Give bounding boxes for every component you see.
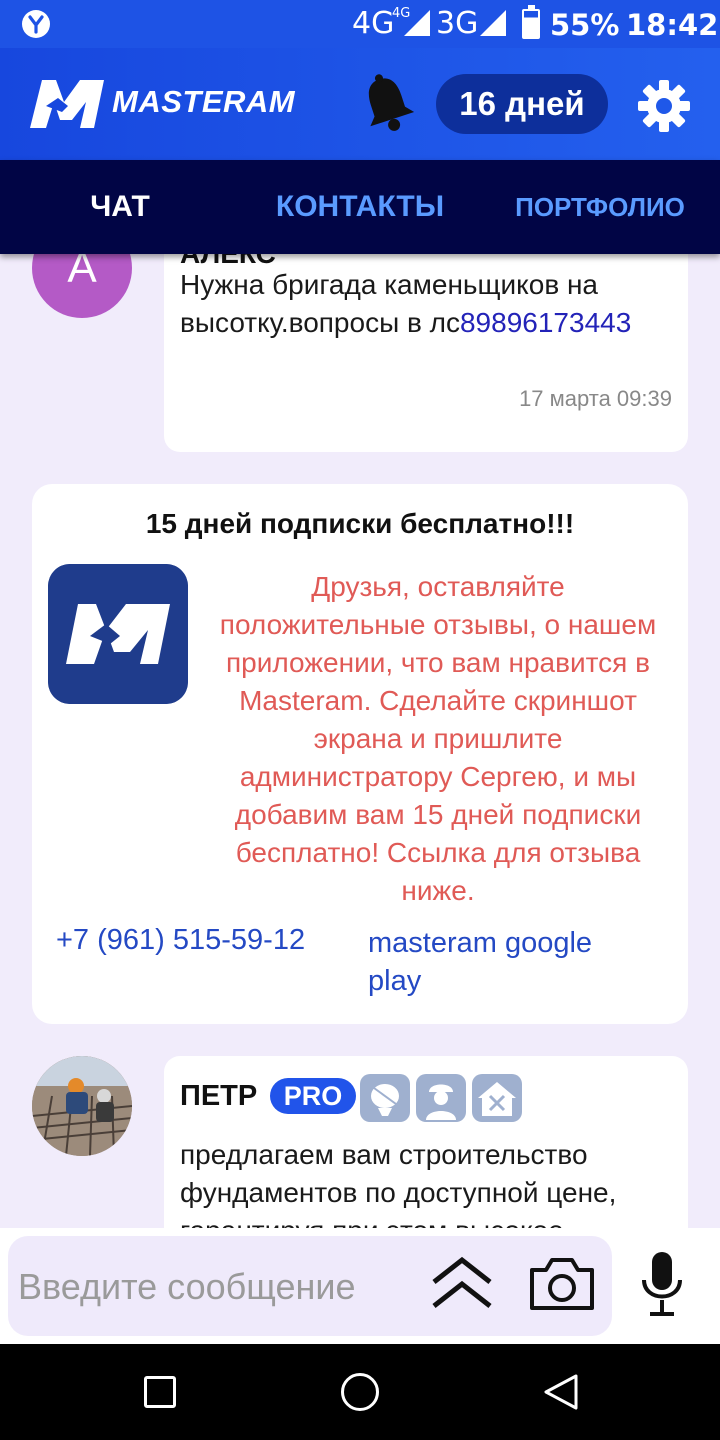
scroll-up-icon[interactable]	[428, 1256, 496, 1312]
house-tools-icon	[472, 1074, 522, 1122]
subscription-days-badge[interactable]: 16 дней	[436, 74, 608, 134]
app-header: MASTERAM 16 дней	[0, 48, 720, 160]
signal-icon-2	[480, 10, 506, 36]
yandex-icon	[22, 10, 50, 38]
message-timestamp: 17 марта 09:39	[519, 386, 672, 411]
message-text: предлагаем вам строительство фундаментов…	[180, 1139, 617, 1228]
message-input-box[interactable]	[8, 1236, 612, 1336]
builder-icon	[416, 1074, 466, 1122]
promo-title: 15 дней подписки бесплатно!!!	[145, 508, 575, 539]
back-button[interactable]	[540, 1372, 580, 1412]
message-composer	[0, 1228, 720, 1344]
phone-link[interactable]: 89896173443	[460, 307, 631, 338]
pro-badge: PRO	[270, 1078, 356, 1114]
message-author: ПЕТР	[180, 1080, 258, 1112]
message-input[interactable]	[18, 1262, 418, 1312]
signal-icon	[404, 10, 430, 36]
battery-icon	[522, 5, 540, 39]
gear-icon[interactable]	[638, 80, 690, 132]
chat-feed[interactable]: А АЛЕКС Нужна бригада каменьщиков на выс…	[0, 254, 720, 1228]
tab-portfolio[interactable]: ПОРТФОЛИО	[480, 160, 720, 254]
clock: 18:42	[626, 8, 719, 42]
recent-apps-button[interactable]	[144, 1376, 176, 1408]
app-logo-icon	[48, 564, 188, 704]
home-button[interactable]	[341, 1373, 379, 1411]
tab-contacts[interactable]: КОНТАКТЫ	[240, 160, 480, 254]
cement-mixer-icon	[360, 1074, 410, 1122]
message-bubble[interactable]: ПЕТР PRO предлагаем вам строительство фу…	[164, 1056, 688, 1228]
camera-icon[interactable]	[528, 1254, 596, 1314]
system-nav-bar	[0, 1344, 720, 1440]
promo-text: Друзья, оставляйте положительные отзывы,…	[219, 571, 657, 906]
message-bubble[interactable]: АЛЕКС Нужна бригада каменьщиков на высот…	[164, 254, 688, 452]
network-3g-label: 3G	[436, 6, 479, 41]
status-bar: 4G 4G 3G 55% 18:42	[0, 0, 720, 48]
avatar[interactable]: А	[32, 254, 132, 318]
microphone-icon[interactable]	[640, 1250, 684, 1320]
logo-mark-icon	[30, 80, 104, 128]
avatar[interactable]	[32, 1056, 132, 1156]
network-4g-label: 4G	[352, 6, 395, 41]
promo-card: 15 дней подписки бесплатно!!! Друзья, ос…	[32, 484, 688, 1024]
battery-percent: 55%	[550, 8, 620, 42]
google-play-link[interactable]: masteram google play	[368, 924, 648, 1000]
bell-icon[interactable]	[358, 72, 416, 134]
worker-photo-icon	[32, 1056, 132, 1156]
tab-chat[interactable]: ЧАТ	[0, 160, 240, 254]
logo-text: MASTERAM	[112, 84, 296, 119]
tab-bar: ЧАТ КОНТАКТЫ ПОРТФОЛИО	[0, 160, 720, 254]
promo-phone-link[interactable]: +7 (961) 515-59-12	[56, 924, 305, 957]
message-text: Нужна бригада каменьщиков на высотку.воп…	[180, 266, 650, 342]
